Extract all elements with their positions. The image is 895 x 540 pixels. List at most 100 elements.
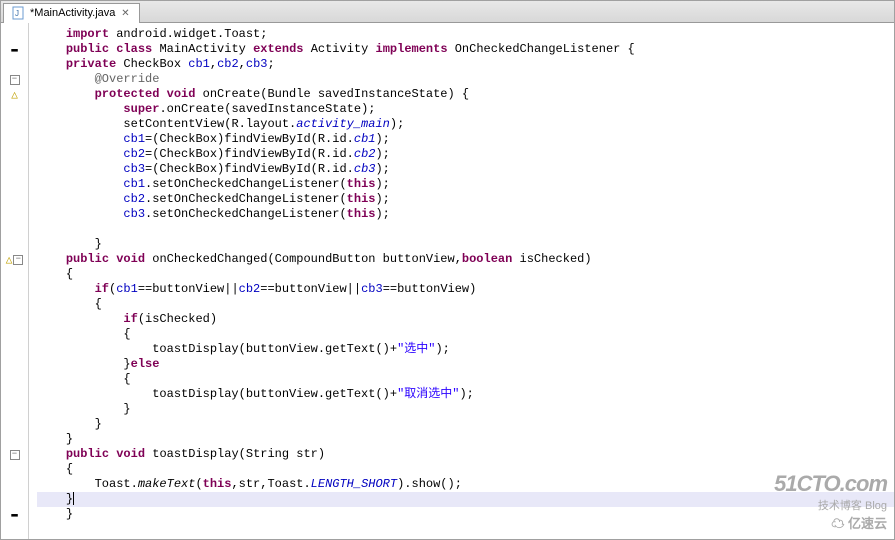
code-line[interactable]: { bbox=[37, 372, 894, 387]
gutter-row bbox=[1, 27, 28, 42]
code-token: ,str,Toast. bbox=[231, 477, 310, 492]
gutter-row bbox=[1, 102, 28, 117]
gutter-row bbox=[1, 222, 28, 237]
code-line[interactable]: cb3.setOnCheckedChangeListener(this); bbox=[37, 207, 894, 222]
code-token: } bbox=[95, 237, 102, 252]
gutter-row bbox=[1, 477, 28, 492]
code-token: MainActivity bbox=[152, 42, 253, 57]
code-token: cb1 bbox=[116, 282, 138, 297]
code-line[interactable]: super.onCreate(savedInstanceState); bbox=[37, 102, 894, 117]
code-token: ); bbox=[459, 387, 473, 402]
code-token: ==buttonView|| bbox=[260, 282, 361, 297]
code-token: public bbox=[66, 42, 109, 57]
code-line[interactable]: cb3=(CheckBox)findViewById(R.id.cb3); bbox=[37, 162, 894, 177]
code-line[interactable]: } bbox=[37, 432, 894, 447]
code-line[interactable]: cb1.setOnCheckedChangeListener(this); bbox=[37, 177, 894, 192]
code-token: if bbox=[123, 312, 137, 327]
gutter-row: − bbox=[1, 72, 28, 87]
code-line[interactable]: protected void onCreate(Bundle savedInst… bbox=[37, 87, 894, 102]
gutter-row bbox=[1, 327, 28, 342]
code-token: ); bbox=[375, 162, 389, 177]
code-line[interactable]: public void onCheckedChanged(CompoundBut… bbox=[37, 252, 894, 267]
code-token: ); bbox=[375, 177, 389, 192]
code-content[interactable]: import android.widget.Toast; public clas… bbox=[29, 23, 894, 539]
gutter-row: ▬ bbox=[1, 507, 28, 522]
code-token: cb3 bbox=[246, 57, 268, 72]
code-line[interactable] bbox=[37, 222, 894, 237]
code-line[interactable]: }else bbox=[37, 357, 894, 372]
code-line[interactable]: if(cb1==buttonView||cb2==buttonView||cb3… bbox=[37, 282, 894, 297]
code-line[interactable]: public void toastDisplay(String str) bbox=[37, 447, 894, 462]
code-token: ; bbox=[267, 57, 274, 72]
code-token: cb1 bbox=[123, 177, 145, 192]
code-token: android.widget.Toast; bbox=[109, 27, 267, 42]
code-line[interactable]: { bbox=[37, 327, 894, 342]
code-token: ); bbox=[390, 117, 404, 132]
code-line[interactable]: { bbox=[37, 267, 894, 282]
code-token: @Override bbox=[95, 72, 160, 87]
code-line[interactable]: } bbox=[37, 402, 894, 417]
code-token: (isChecked) bbox=[138, 312, 217, 327]
code-line[interactable]: } bbox=[37, 507, 894, 522]
code-token bbox=[109, 447, 116, 462]
code-line[interactable]: @Override bbox=[37, 72, 894, 87]
fold-marker-icon[interactable]: − bbox=[13, 255, 23, 265]
editor-tab[interactable]: J *MainActivity.java ✕ bbox=[3, 3, 140, 23]
code-token: } bbox=[95, 417, 102, 432]
code-token: protected bbox=[95, 87, 160, 102]
code-token: cb1 bbox=[188, 57, 210, 72]
code-token: this bbox=[347, 177, 376, 192]
code-line[interactable]: public class MainActivity extends Activi… bbox=[37, 42, 894, 57]
code-line[interactable]: cb1=(CheckBox)findViewById(R.id.cb1); bbox=[37, 132, 894, 147]
code-token: } bbox=[66, 492, 73, 507]
code-line[interactable]: } bbox=[37, 492, 894, 507]
warning-marker-icon[interactable]: △ bbox=[11, 88, 18, 102]
gutter-row bbox=[1, 207, 28, 222]
code-token bbox=[159, 87, 166, 102]
fold-marker-icon[interactable]: − bbox=[10, 450, 20, 460]
code-token: onCreate(Bundle savedInstanceState) { bbox=[195, 87, 469, 102]
code-line[interactable]: } bbox=[37, 417, 894, 432]
code-token: implements bbox=[376, 42, 448, 57]
code-token bbox=[109, 252, 116, 267]
code-token: public bbox=[66, 252, 109, 267]
close-icon[interactable]: ✕ bbox=[119, 7, 131, 19]
warning-marker-icon[interactable]: △ bbox=[6, 253, 13, 267]
code-token: "取消选中" bbox=[397, 387, 459, 402]
code-line[interactable]: private CheckBox cb1,cb2,cb3; bbox=[37, 57, 894, 72]
fold-marker-icon[interactable]: − bbox=[10, 75, 20, 85]
indent-marker-icon: ▬ bbox=[11, 509, 18, 521]
indent-marker-icon: ▬ bbox=[11, 44, 18, 56]
code-token: { bbox=[123, 372, 130, 387]
code-token: void bbox=[167, 87, 196, 102]
text-cursor bbox=[73, 492, 74, 505]
code-line[interactable]: { bbox=[37, 297, 894, 312]
code-token: ( bbox=[109, 282, 116, 297]
code-line[interactable]: toastDisplay(buttonView.getText()+"选中"); bbox=[37, 342, 894, 357]
code-line[interactable]: setContentView(R.layout.activity_main); bbox=[37, 117, 894, 132]
gutter-row: △ bbox=[1, 87, 28, 102]
code-line[interactable]: cb2=(CheckBox)findViewById(R.id.cb2); bbox=[37, 147, 894, 162]
code-token: cb3 bbox=[123, 207, 145, 222]
code-token: ); bbox=[375, 147, 389, 162]
code-token: .setOnCheckedChangeListener( bbox=[145, 177, 347, 192]
code-token: void bbox=[116, 252, 145, 267]
code-line[interactable]: if(isChecked) bbox=[37, 312, 894, 327]
code-line[interactable]: { bbox=[37, 462, 894, 477]
code-line[interactable]: toastDisplay(buttonView.getText()+"取消选中"… bbox=[37, 387, 894, 402]
code-token: toastDisplay(buttonView.getText()+ bbox=[152, 387, 397, 402]
code-token: LENGTH_SHORT bbox=[311, 477, 397, 492]
code-line[interactable]: cb2.setOnCheckedChangeListener(this); bbox=[37, 192, 894, 207]
code-line[interactable]: } bbox=[37, 237, 894, 252]
code-token bbox=[109, 42, 116, 57]
code-token: .onCreate(savedInstanceState); bbox=[159, 102, 375, 117]
code-token: boolean bbox=[462, 252, 512, 267]
code-token: .setOnCheckedChangeListener( bbox=[145, 192, 347, 207]
code-line[interactable]: import android.widget.Toast; bbox=[37, 27, 894, 42]
gutter-row bbox=[1, 177, 28, 192]
code-token: cb2 bbox=[123, 147, 145, 162]
code-token: toastDisplay(String str) bbox=[145, 447, 325, 462]
code-token: , bbox=[210, 57, 217, 72]
gutter-row bbox=[1, 357, 28, 372]
code-line[interactable]: Toast.makeText(this,str,Toast.LENGTH_SHO… bbox=[37, 477, 894, 492]
